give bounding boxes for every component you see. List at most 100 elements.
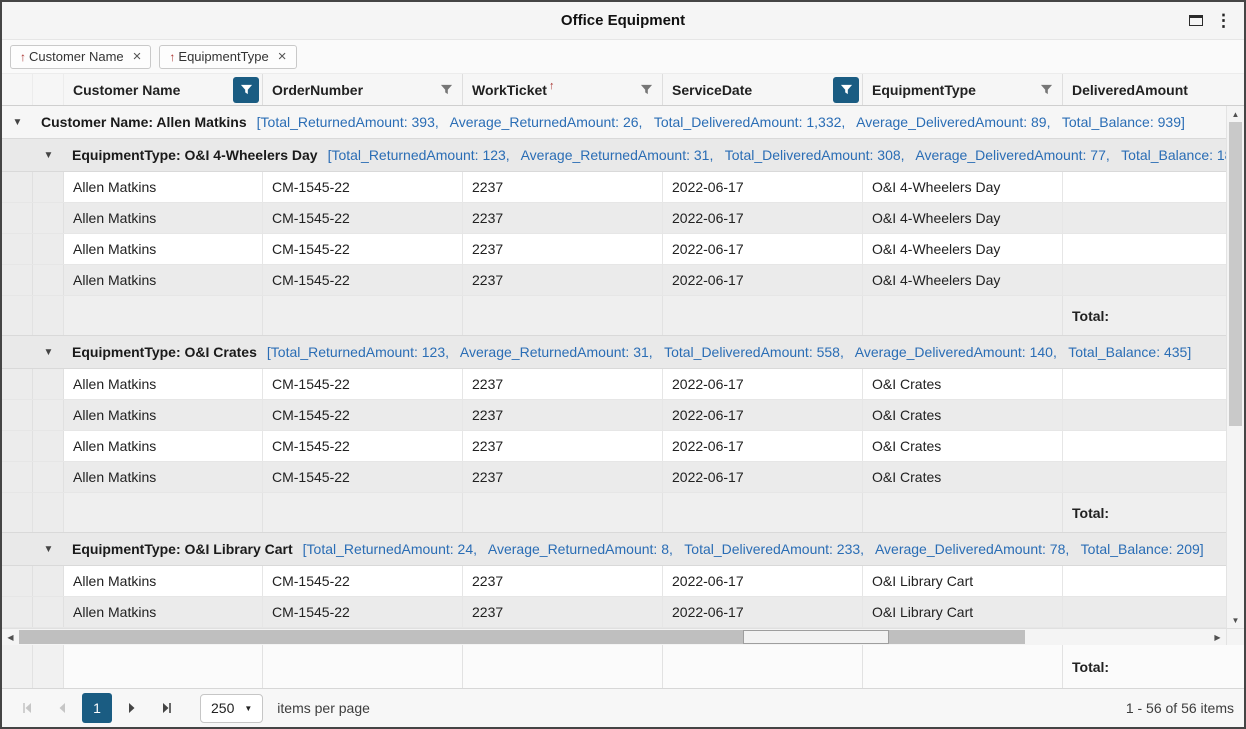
collapse-group-icon[interactable]: ▼	[44, 347, 54, 358]
cell-customer-name: Allen Matkins	[64, 597, 263, 627]
cell-work-ticket: 2237	[463, 566, 663, 596]
collapse-group-icon[interactable]: ▼	[44, 544, 54, 555]
filter-button-equipment-type[interactable]	[1033, 77, 1059, 103]
filter-button-service-date[interactable]	[833, 77, 859, 103]
table-row[interactable]: Allen Matkins CM-1545-22 2237 2022-06-17…	[2, 597, 1226, 628]
cell-customer-name: Allen Matkins	[64, 462, 263, 492]
cell-order-number: CM-1545-22	[263, 172, 463, 202]
collapse-group-icon[interactable]: ▼	[44, 150, 54, 161]
vertical-scroll-track[interactable]	[1227, 122, 1244, 612]
cell-order-number: CM-1545-22	[263, 462, 463, 492]
group-indent-cell	[33, 597, 64, 627]
column-header-delivered-amount[interactable]: DeliveredAmount	[1063, 74, 1244, 105]
column-header-order-number[interactable]: OrderNumber	[263, 74, 463, 105]
column-title: EquipmentType	[872, 82, 976, 98]
filter-icon	[640, 83, 653, 96]
column-header-customer-name[interactable]: Customer Name	[64, 74, 263, 105]
group-indent-cell	[33, 645, 64, 688]
cell-equipment-type: O&I Crates	[863, 431, 1063, 461]
chip-close-icon[interactable]: ×	[278, 49, 287, 64]
chip-close-icon[interactable]: ×	[133, 49, 142, 64]
first-page-button[interactable]	[12, 693, 44, 723]
cell-customer-name: Allen Matkins	[64, 400, 263, 430]
next-page-button[interactable]	[116, 693, 148, 723]
filter-button-order-number[interactable]	[433, 77, 459, 103]
sort-asc-icon: ↑	[169, 50, 175, 64]
current-page-button[interactable]: 1	[82, 693, 112, 723]
cell-delivered-amount	[1063, 203, 1226, 233]
cell-delivered-amount	[1063, 400, 1226, 430]
group-indent-header	[2, 74, 33, 105]
items-per-page-label: items per page	[277, 700, 370, 716]
group-content: EquipmentType: O&I Library Cart [Total_R…	[64, 533, 1226, 565]
collapse-group-icon[interactable]: ▼	[13, 117, 23, 128]
column-header-service-date[interactable]: ServiceDate	[663, 74, 863, 105]
table-row[interactable]: Allen Matkins CM-1545-22 2237 2022-06-17…	[2, 369, 1226, 400]
table-row[interactable]: Allen Matkins CM-1545-22 2237 2022-06-17…	[2, 234, 1226, 265]
filter-button-work-ticket[interactable]	[633, 77, 659, 103]
group-chip-equipment-type[interactable]: ↑ EquipmentType ×	[159, 45, 296, 69]
cell-order-number: CM-1545-22	[263, 431, 463, 461]
group-content: Customer Name: Allen Matkins [Total_Retu…	[33, 106, 1226, 138]
table-row[interactable]: Allen Matkins CM-1545-22 2237 2022-06-17…	[2, 431, 1226, 462]
horizontal-scroll-inner-segment[interactable]	[743, 630, 889, 644]
column-header-work-ticket[interactable]: WorkTicket ↑	[463, 74, 663, 105]
filter-icon	[840, 83, 853, 96]
cell-service-date: 2022-06-17	[663, 400, 863, 430]
empty-cell	[463, 493, 663, 532]
table-row[interactable]: Allen Matkins CM-1545-22 2237 2022-06-17…	[2, 265, 1226, 296]
cell-equipment-type: O&I 4-Wheelers Day	[863, 203, 1063, 233]
grand-total-footer: Total:	[2, 645, 1244, 689]
last-page-button[interactable]	[150, 693, 182, 723]
cell-delivered-amount	[1063, 597, 1226, 627]
vertical-scrollbar[interactable]: ▲ ▼	[1226, 106, 1244, 628]
empty-cell	[463, 645, 663, 688]
table-row[interactable]: Allen Matkins CM-1545-22 2237 2022-06-17…	[2, 203, 1226, 234]
group-indent-cell	[2, 597, 33, 627]
cell-equipment-type: O&I 4-Wheelers Day	[863, 265, 1063, 295]
cell-customer-name: Allen Matkins	[64, 203, 263, 233]
cell-service-date: 2022-06-17	[663, 566, 863, 596]
group-indent-cell	[2, 336, 33, 368]
filter-button-customer-name[interactable]	[233, 77, 259, 103]
scroll-up-icon[interactable]: ▲	[1227, 106, 1244, 122]
filter-icon	[1040, 83, 1053, 96]
page-size-dropdown[interactable]: 250 ▼	[200, 694, 263, 723]
cell-work-ticket: 2237	[463, 203, 663, 233]
table-row[interactable]: Allen Matkins CM-1545-22 2237 2022-06-17…	[2, 462, 1226, 493]
scroll-right-icon[interactable]: ▶	[1209, 629, 1226, 645]
cell-work-ticket: 2237	[463, 172, 663, 202]
horizontal-scroll-track[interactable]	[19, 629, 1209, 645]
cell-delivered-amount	[1063, 172, 1226, 202]
scroll-down-icon[interactable]: ▼	[1227, 612, 1244, 628]
scroll-left-icon[interactable]: ◀	[2, 629, 19, 645]
vertical-scroll-thumb[interactable]	[1229, 122, 1242, 426]
cell-equipment-type: O&I Library Cart	[863, 597, 1063, 627]
kebab-menu-icon[interactable]: ⋮	[1215, 12, 1232, 29]
filter-icon	[440, 83, 453, 96]
group-chip-customer-name[interactable]: ↑ Customer Name ×	[10, 45, 151, 69]
table-row[interactable]: Allen Matkins CM-1545-22 2237 2022-06-17…	[2, 566, 1226, 597]
window-icon[interactable]	[1189, 15, 1203, 26]
group-header-row-equipment-type: ▼ EquipmentType: O&I Crates [Total_Retur…	[2, 336, 1226, 369]
cell-delivered-amount	[1063, 369, 1226, 399]
column-header-equipment-type[interactable]: EquipmentType	[863, 74, 1063, 105]
chip-label: EquipmentType	[178, 49, 268, 64]
previous-page-button[interactable]	[46, 693, 78, 723]
sort-asc-icon: ↑	[20, 50, 26, 64]
empty-cell	[263, 645, 463, 688]
horizontal-scrollbar[interactable]: ◀ ▶	[2, 628, 1244, 645]
group-indent-header	[33, 74, 64, 105]
group-indent-cell	[2, 400, 33, 430]
cell-service-date: 2022-06-17	[663, 462, 863, 492]
horizontal-scroll-thumb[interactable]	[19, 630, 1025, 644]
group-aggregates: [Total_ReturnedAmount: 393, Average_Retu…	[257, 114, 1185, 130]
table-row[interactable]: Allen Matkins CM-1545-22 2237 2022-06-17…	[2, 400, 1226, 431]
group-expander-cell: ▼	[33, 336, 64, 368]
pager: 1 250 ▼ items per page 1 - 56 of 56 item…	[2, 689, 1244, 727]
group-total-label: Total:	[1063, 493, 1226, 532]
cell-customer-name: Allen Matkins	[64, 234, 263, 264]
table-row[interactable]: Allen Matkins CM-1545-22 2237 2022-06-17…	[2, 172, 1226, 203]
grid-header-row: Customer Name OrderNumber WorkTicket ↑ S…	[2, 74, 1244, 106]
cell-order-number: CM-1545-22	[263, 234, 463, 264]
